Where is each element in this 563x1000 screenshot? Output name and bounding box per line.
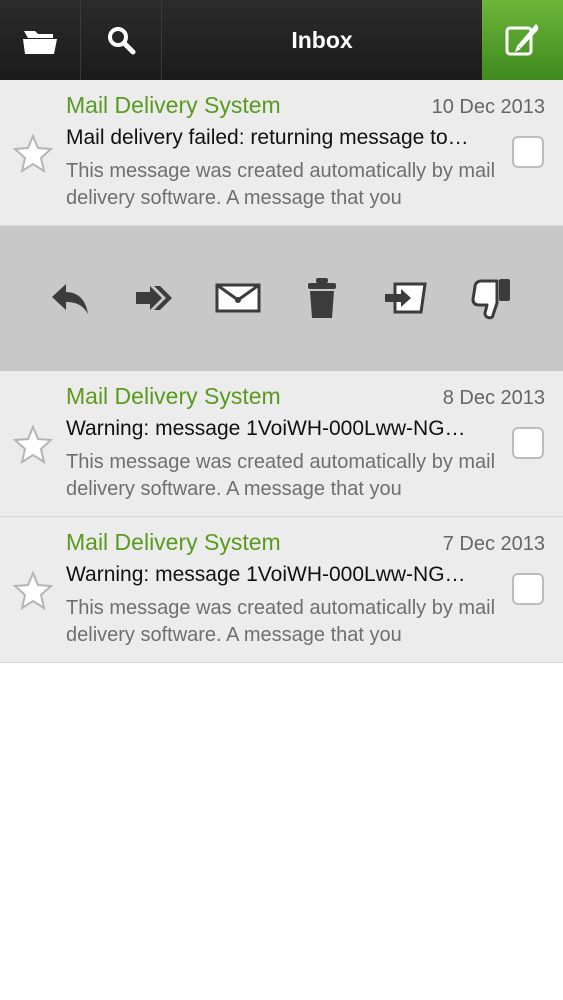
- star-icon[interactable]: [13, 423, 53, 464]
- folders-button[interactable]: [0, 0, 80, 80]
- reply-icon: [52, 284, 88, 314]
- message-subject: Mail delivery failed: returning message …: [66, 126, 469, 149]
- mark-unread-icon: [215, 283, 261, 313]
- delete-button[interactable]: [297, 273, 347, 323]
- star-icon[interactable]: [13, 132, 53, 173]
- message-subject: Warning: message 1VoiWH-000Lww-NG…: [66, 417, 466, 440]
- search-icon: [108, 27, 136, 55]
- message-sender: Mail Delivery System: [66, 383, 281, 409]
- folder-icon: [23, 31, 57, 54]
- message-date: 7 Dec 2013: [442, 533, 545, 555]
- spam-button[interactable]: [467, 273, 517, 323]
- message-sender: Mail Delivery System: [66, 529, 281, 555]
- forward-icon: [136, 286, 172, 310]
- top-bar: Inbox: [0, 0, 563, 80]
- page-title: Inbox: [291, 26, 353, 53]
- message-date: 8 Dec 2013: [442, 387, 545, 409]
- select-checkbox[interactable]: [512, 573, 544, 605]
- message-sender: Mail Delivery System: [66, 92, 281, 118]
- forward-button[interactable]: [129, 273, 179, 323]
- star-icon[interactable]: [13, 569, 53, 610]
- message-preview: This message was created automatically b…: [66, 160, 496, 209]
- move-icon: [385, 282, 427, 314]
- message-subject: Warning: message 1VoiWH-000Lww-NG…: [66, 563, 466, 586]
- message-item[interactable]: Mail Delivery System 10 Dec 2013 Mail de…: [0, 80, 563, 226]
- reply-button[interactable]: [45, 273, 95, 323]
- search-button[interactable]: [81, 0, 161, 80]
- message-date: 10 Dec 2013: [431, 96, 545, 118]
- spam-icon: [471, 279, 510, 320]
- mark-unread-button[interactable]: [213, 273, 263, 323]
- message-preview: This message was created automatically b…: [66, 451, 496, 500]
- message-item[interactable]: Mail Delivery System 8 Dec 2013 Warning:…: [0, 371, 563, 517]
- message-item[interactable]: Mail Delivery System 7 Dec 2013 Warning:…: [0, 517, 563, 663]
- message-action-bar: [0, 226, 563, 371]
- move-button[interactable]: [381, 273, 431, 323]
- compose-icon: [505, 24, 538, 56]
- message-preview: This message was created automatically b…: [66, 597, 496, 646]
- select-checkbox[interactable]: [512, 427, 544, 459]
- compose-button[interactable]: [482, 0, 563, 80]
- select-checkbox[interactable]: [512, 136, 544, 168]
- trash-icon: [308, 278, 336, 318]
